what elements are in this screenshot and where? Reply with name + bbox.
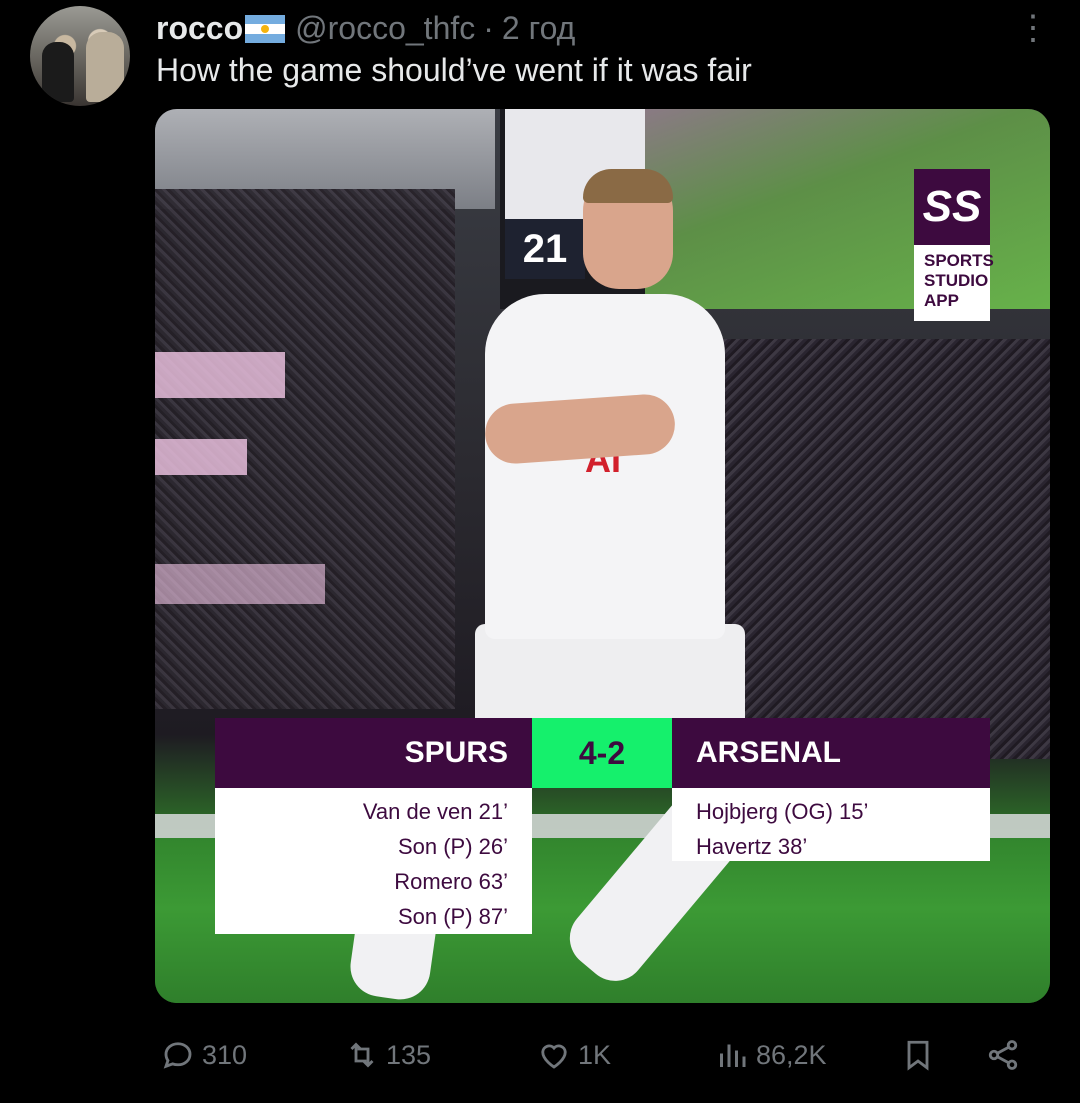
- argentina-flag-icon: [245, 14, 286, 43]
- like-button[interactable]: 1K: [536, 1030, 611, 1080]
- logo-line: SPORTS: [924, 251, 994, 270]
- player-hair: [583, 169, 673, 203]
- sports-studio-logo: SS SPORTS STUDIO APP: [914, 169, 994, 321]
- led-board: [155, 439, 247, 475]
- share-button[interactable]: [985, 1030, 1027, 1080]
- bookmark-icon: [907, 1040, 929, 1071]
- led-board: [155, 564, 325, 604]
- reply-count: 310: [202, 1040, 248, 1070]
- like-icon: [541, 1044, 567, 1069]
- views-button[interactable]: 86,2K: [714, 1030, 827, 1080]
- logo-line: APP: [924, 291, 959, 310]
- post-time[interactable]: 2 год: [502, 10, 575, 47]
- scorer: Van de ven 21’: [362, 799, 508, 824]
- scorer: Hojbjerg (OG) 15’: [696, 799, 869, 824]
- scorer: Havertz 38’: [696, 834, 808, 859]
- author-handle[interactable]: @rocco_thfc: [295, 10, 475, 47]
- post-image[interactable]: 21 AI SS SPORTS STUDIO APP SPURS 4-2 ARS…: [155, 109, 1050, 1003]
- repost-button[interactable]: 135: [344, 1030, 431, 1080]
- bookmark-button[interactable]: [900, 1030, 942, 1080]
- action-bar: 310 135 1K 86,2K: [0, 1030, 1080, 1080]
- avatar-person-left: [42, 42, 74, 102]
- scorer: Son (P) 87’: [397, 904, 508, 929]
- author-name[interactable]: rocco: [156, 10, 243, 47]
- views-icon: [720, 1044, 746, 1067]
- reply-button[interactable]: 310: [160, 1030, 247, 1080]
- share-icon: [988, 1040, 1018, 1070]
- repost-icon: [350, 1042, 374, 1068]
- views-count: 86,2K: [756, 1040, 827, 1070]
- logo-mark: SS: [914, 169, 990, 245]
- avatar-person-right: [86, 32, 124, 102]
- separator: ·: [483, 10, 494, 46]
- match-score: 4-2: [532, 718, 672, 788]
- away-team-name: ARSENAL: [672, 718, 990, 788]
- post-text: How the game should’ve went if it was fa…: [156, 52, 752, 88]
- home-team-name: SPURS: [215, 718, 532, 788]
- scorer: Romero 63’: [394, 869, 508, 894]
- avatar[interactable]: [30, 6, 130, 106]
- logo-text: SPORTS STUDIO APP: [914, 245, 994, 311]
- repost-count: 135: [386, 1040, 432, 1070]
- reply-icon: [163, 1042, 192, 1069]
- led-board: [155, 352, 285, 398]
- like-count: 1K: [578, 1040, 612, 1070]
- logo-line: STUDIO: [924, 271, 989, 290]
- home-scorers: Van de ven 21’ Son (P) 26’ Romero 63’ So…: [215, 788, 532, 934]
- post-header: rocco @rocco_thfc · 2 год: [156, 10, 575, 47]
- scorer: Son (P) 26’: [397, 834, 508, 859]
- away-scorers: Hojbjerg (OG) 15’ Havertz 38’: [672, 788, 990, 861]
- more-icon[interactable]: ⋮: [1016, 8, 1050, 48]
